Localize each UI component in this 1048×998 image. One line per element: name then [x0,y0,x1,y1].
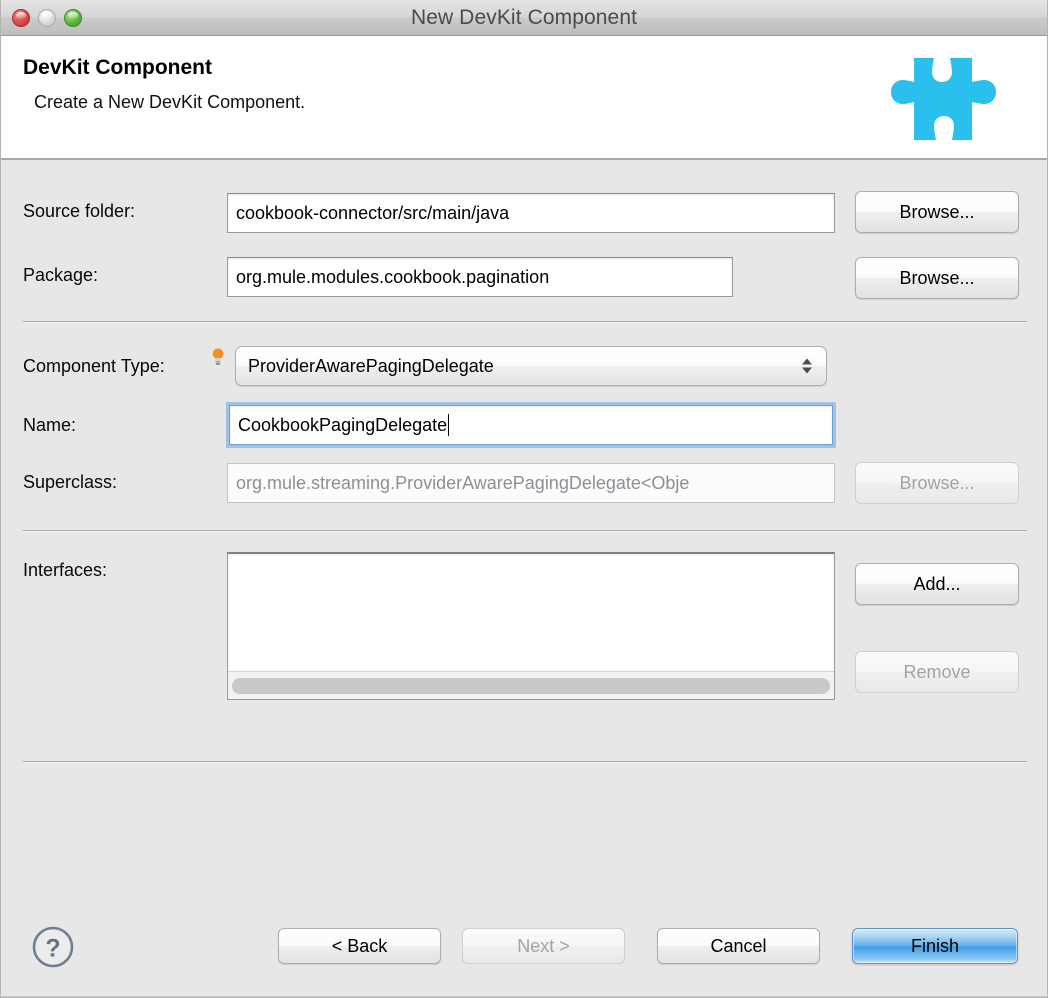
superclass-label: Superclass: [23,472,118,492]
horizontal-scrollbar[interactable] [228,671,834,699]
new-devkit-component-dialog: New DevKit Component DevKit Component Cr… [0,0,1048,998]
chevron-updown-icon [802,358,812,374]
component-type-select[interactable]: ProviderAwarePagingDelegate [235,346,827,386]
minimize-button[interactable] [38,9,56,27]
add-interface-button[interactable]: Add... [855,563,1019,605]
remove-interface-button[interactable]: Remove [855,651,1019,693]
source-folder-label: Source folder: [23,201,136,221]
component-type-value: ProviderAwarePagingDelegate [248,355,494,376]
next-button[interactable]: Next > [462,928,625,964]
window-traffic-lights [12,9,82,27]
lightbulb-icon [212,348,224,365]
cancel-button[interactable]: Cancel [657,928,820,964]
window-titlebar: New DevKit Component [1,0,1047,36]
interfaces-list[interactable] [227,552,835,700]
page-description: Create a New DevKit Component. [34,92,306,112]
superclass-browse-button[interactable]: Browse... [855,462,1019,504]
page-title: DevKit Component [23,56,212,79]
package-browse-button[interactable]: Browse... [855,257,1019,299]
wizard-header: DevKit Component Create a New DevKit Com… [1,36,1047,160]
source-folder-input[interactable]: cookbook-connector/src/main/java [227,193,835,233]
window-title: New DevKit Component [410,5,638,29]
separator-1 [23,321,1027,323]
separator-3 [23,761,1027,763]
footer-divider [1,996,1047,997]
zoom-button[interactable] [64,9,82,27]
interfaces-label: Interfaces: [23,560,108,580]
package-input[interactable]: org.mule.modules.cookbook.pagination [227,257,733,297]
close-button[interactable] [12,9,30,27]
superclass-input[interactable]: org.mule.streaming.ProviderAwarePagingDe… [227,463,835,503]
help-question-icon[interactable]: ? [31,925,75,969]
finish-button[interactable]: Finish [852,928,1018,964]
source-folder-value: cookbook-connector/src/main/java [236,202,510,223]
package-value: org.mule.modules.cookbook.pagination [236,266,550,287]
package-label: Package: [23,265,99,285]
text-caret [448,414,450,436]
component-type-label: Component Type: [23,356,165,376]
scrollbar-thumb[interactable] [232,677,830,694]
back-button[interactable]: < Back [278,928,441,964]
puzzle-piece-icon [891,58,996,140]
source-folder-browse-button[interactable]: Browse... [855,191,1019,233]
separator-2 [23,530,1027,532]
superclass-value: org.mule.streaming.ProviderAwarePagingDe… [236,472,690,493]
svg-text:?: ? [45,935,60,963]
wizard-body: Source folder: cookbook-connector/src/ma… [1,160,1047,997]
name-input[interactable]: CookbookPagingDelegate [226,402,836,448]
name-value: CookbookPagingDelegate [238,414,448,435]
name-label: Name: [23,415,77,435]
